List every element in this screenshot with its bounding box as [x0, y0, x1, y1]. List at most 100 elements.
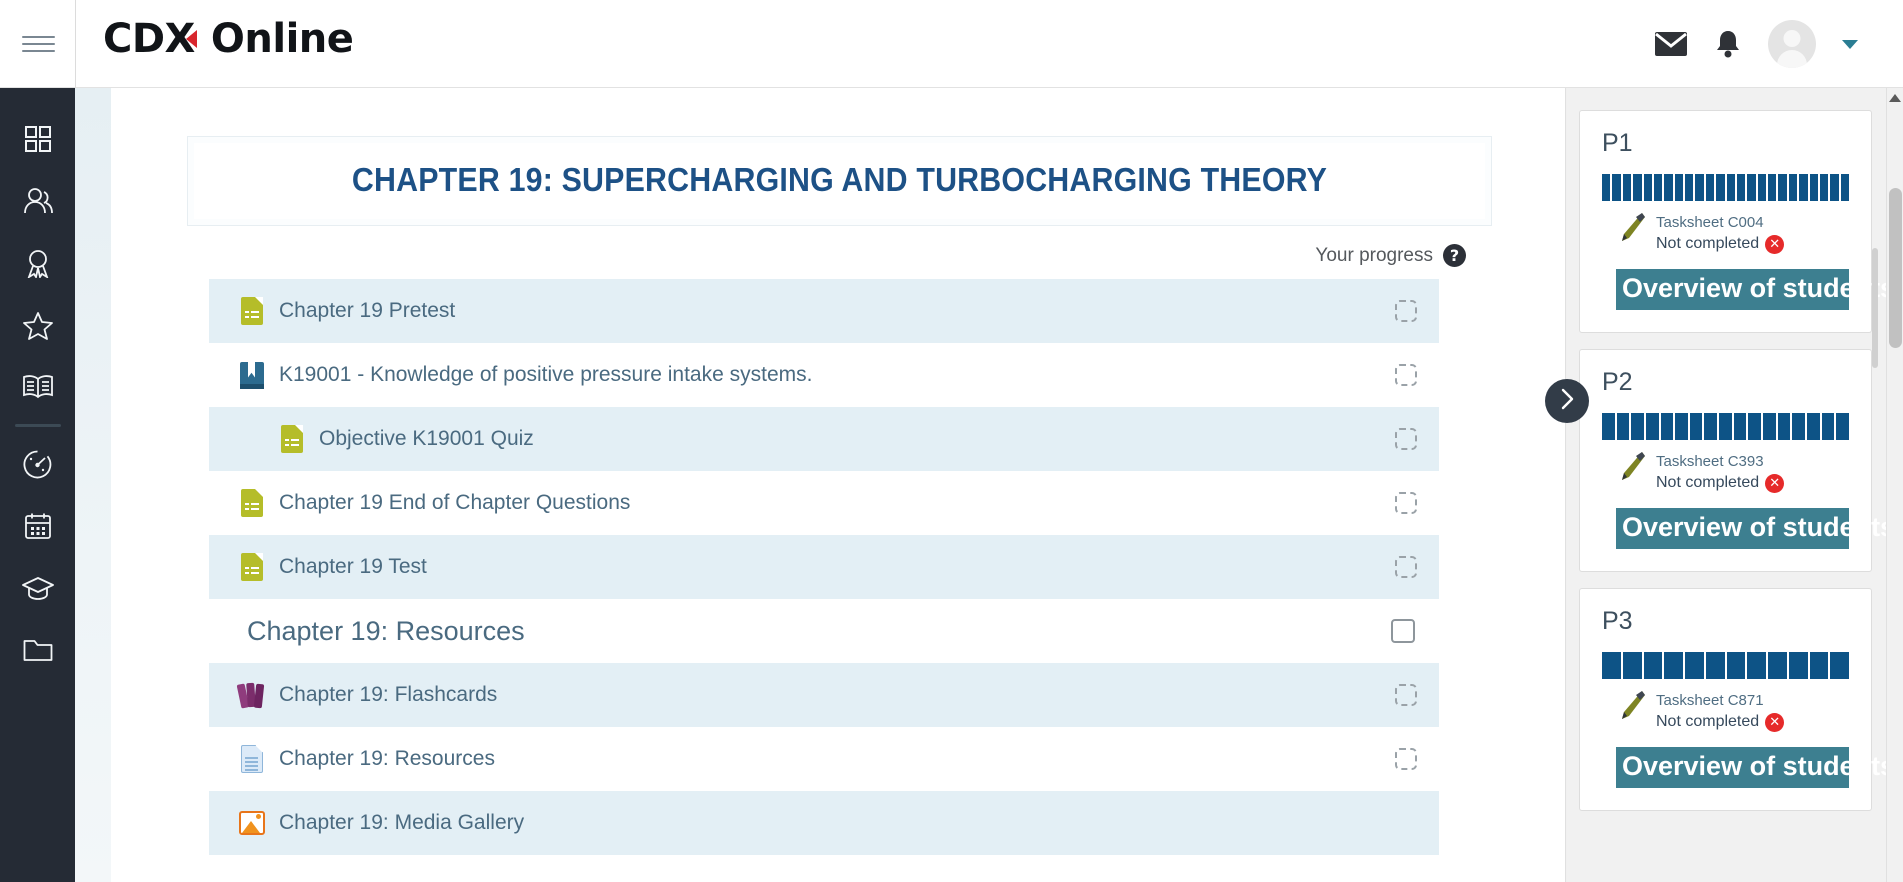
award-ribbon-icon — [24, 248, 52, 278]
section-label[interactable]: Chapter 19: Resources — [247, 616, 525, 647]
resource-label[interactable]: Chapter 19: Resources — [279, 747, 495, 771]
quiz-document-icon — [239, 552, 265, 582]
progress-segment — [1602, 174, 1610, 201]
chevron-right-icon — [1557, 387, 1577, 416]
help-icon[interactable]: ? — [1443, 244, 1466, 267]
list-item[interactable]: Chapter 19 Test — [209, 535, 1439, 599]
sidebar-item-favorites[interactable] — [0, 294, 75, 356]
progress-segment — [1664, 652, 1683, 679]
completion-checkbox[interactable] — [1395, 300, 1417, 322]
progress-segment — [1654, 174, 1662, 201]
progress-segment — [1768, 652, 1787, 679]
progress-segment — [1841, 174, 1849, 201]
activity-label[interactable]: K19001 - Knowledge of positive pressure … — [279, 363, 812, 387]
progress-segment — [1737, 174, 1745, 201]
progress-segment — [1644, 174, 1652, 201]
progress-segment — [1778, 174, 1786, 201]
period-card: P1 Tasksheet C004 Not completed — [1579, 110, 1872, 333]
pencil-icon — [1618, 689, 1646, 721]
overview-of-students-button[interactable]: Overview of students — [1616, 269, 1849, 310]
sidebar-item-performance[interactable] — [0, 433, 75, 495]
drawer-toggle-button[interactable] — [1545, 379, 1589, 423]
pencil-icon — [1618, 450, 1646, 482]
progress-segment — [1719, 413, 1732, 440]
status-label: Not completed — [1656, 472, 1759, 494]
left-gutter — [75, 88, 111, 882]
activity-label[interactable]: Chapter 19 Test — [279, 555, 427, 579]
completion-checkbox[interactable] — [1395, 748, 1417, 770]
list-item[interactable]: Objective K19001 Quiz — [209, 407, 1439, 471]
task-row: Tasksheet C393 Not completed ✕ — [1602, 450, 1849, 494]
drawer-scrollbar-thumb[interactable] — [1872, 248, 1878, 368]
completion-checkbox[interactable] — [1395, 428, 1417, 450]
scroll-up-arrow-icon[interactable] — [1889, 94, 1901, 102]
grid-icon — [24, 125, 52, 153]
progress-segments — [1602, 174, 1849, 201]
sidebar-item-files[interactable] — [0, 619, 75, 681]
progress-segment — [1748, 413, 1761, 440]
graduation-cap-icon — [22, 575, 54, 601]
page-body: CHAPTER 19: SUPERCHARGING AND TURBOCHARG… — [75, 88, 1903, 882]
page-scrollbar[interactable] — [1886, 88, 1903, 882]
chevron-down-icon[interactable] — [1842, 40, 1858, 49]
quiz-document-icon — [279, 424, 305, 454]
bell-icon[interactable] — [1714, 29, 1742, 59]
sidebar-item-dashboard[interactable] — [0, 108, 75, 170]
list-item[interactable]: Chapter 19: Flashcards — [209, 663, 1439, 727]
brand-red-triangle-icon — [186, 30, 197, 48]
activity-label[interactable]: Chapter 19 End of Chapter Questions — [279, 491, 630, 515]
progress-segment — [1644, 652, 1663, 679]
list-item[interactable]: K19001 - Knowledge of positive pressure … — [209, 343, 1439, 407]
completion-checkbox[interactable] — [1395, 556, 1417, 578]
hamburger-icon[interactable] — [22, 26, 60, 62]
progress-segment — [1758, 174, 1766, 201]
progress-segment — [1727, 652, 1746, 679]
section-completion-checkbox[interactable] — [1391, 619, 1415, 643]
star-icon — [23, 311, 53, 340]
completion-checkbox[interactable] — [1395, 684, 1417, 706]
progress-segment — [1810, 174, 1818, 201]
overview-of-students-button[interactable]: Overview of students — [1616, 747, 1849, 788]
right-drawer: P1 Tasksheet C004 Not completed — [1567, 88, 1903, 882]
users-icon — [23, 187, 53, 215]
main-content-panel: CHAPTER 19: SUPERCHARGING AND TURBOCHARG… — [111, 88, 1566, 882]
progress-segment — [1789, 652, 1808, 679]
page-scrollbar-thumb[interactable] — [1889, 188, 1902, 348]
activity-label[interactable]: Objective K19001 Quiz — [319, 427, 534, 451]
progress-segment — [1623, 652, 1642, 679]
progress-segment — [1646, 413, 1659, 440]
progress-segment — [1623, 174, 1631, 201]
period-title: P3 — [1602, 607, 1849, 636]
pencil-icon — [1618, 211, 1646, 243]
folder-icon — [23, 638, 53, 662]
list-item[interactable]: Chapter 19 End of Chapter Questions — [209, 471, 1439, 535]
progress-label: Your progress — [1315, 245, 1433, 267]
completion-checkbox[interactable] — [1395, 492, 1417, 514]
sidebar-item-grades[interactable] — [0, 557, 75, 619]
resource-label[interactable]: Chapter 19: Flashcards — [279, 683, 497, 707]
overview-of-students-button[interactable]: Overview of students — [1616, 508, 1849, 549]
list-item[interactable]: Chapter 19: Media Gallery — [209, 791, 1439, 855]
period-title: P2 — [1602, 368, 1849, 397]
completion-checkbox[interactable] — [1395, 364, 1417, 386]
envelope-icon[interactable] — [1654, 31, 1688, 57]
sidebar-item-users[interactable] — [0, 170, 75, 232]
sidebar-item-courses[interactable] — [0, 356, 75, 418]
progress-segment — [1631, 413, 1644, 440]
sidebar-item-calendar[interactable] — [0, 495, 75, 557]
avatar[interactable] — [1768, 20, 1816, 68]
list-item[interactable]: Chapter 19: Resources — [209, 727, 1439, 791]
brand-cdx-text: CDX — [103, 16, 195, 62]
progress-segment — [1716, 174, 1724, 201]
section-heading-resources[interactable]: Chapter 19: Resources — [209, 599, 1439, 663]
list-item[interactable]: Chapter 19 Pretest — [209, 279, 1439, 343]
task-row: Tasksheet C871 Not completed ✕ — [1602, 689, 1849, 733]
page-title: CHAPTER 19: SUPERCHARGING AND TURBOCHARG… — [249, 161, 1429, 199]
period-title: P1 — [1602, 129, 1849, 158]
progress-segment — [1633, 174, 1641, 201]
sidebar-item-awards[interactable] — [0, 232, 75, 294]
activity-label[interactable]: Chapter 19 Pretest — [279, 299, 455, 323]
resource-label[interactable]: Chapter 19: Media Gallery — [279, 811, 524, 835]
drawer-scroll-area[interactable]: P1 Tasksheet C004 Not completed — [1567, 88, 1884, 882]
progress-segment — [1685, 174, 1693, 201]
